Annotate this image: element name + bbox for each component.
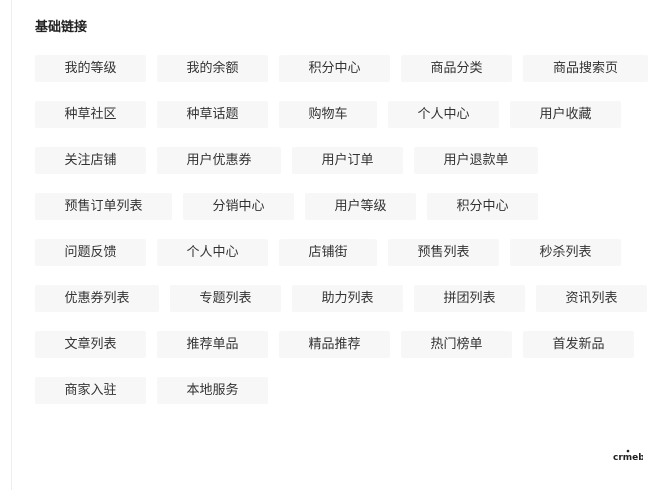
link-shop-street[interactable]: 店铺街 — [279, 239, 377, 266]
link-user-refund-orders[interactable]: 用户退款单 — [414, 147, 538, 174]
crmeb-logo-icon: crmeb — [613, 449, 643, 463]
link-product-search[interactable]: 商品搜索页 — [523, 55, 648, 82]
link-followed-shops[interactable]: 关注店铺 — [35, 147, 146, 174]
panel-left-divider — [11, 0, 12, 490]
section-title: 基础链接 — [35, 20, 88, 35]
link-local-service[interactable]: 本地服务 — [157, 377, 268, 404]
link-user-orders[interactable]: 用户订单 — [292, 147, 403, 174]
link-flash-sale-list[interactable]: 秒杀列表 — [510, 239, 621, 266]
link-user-level[interactable]: 用户等级 — [305, 193, 416, 220]
link-recommended-items[interactable]: 推荐单品 — [157, 331, 268, 358]
link-distribution-center[interactable]: 分销中心 — [183, 193, 294, 220]
link-topic-list[interactable]: 专题列表 — [170, 285, 281, 312]
link-user-coupons[interactable]: 用户优惠券 — [157, 147, 281, 174]
link-points-center-2[interactable]: 积分中心 — [427, 193, 538, 220]
basic-links-panel: 基础链接 我的等级 我的余额 积分中心 商品分类 商品搜索页 种草社区 种草话题… — [0, 0, 660, 490]
link-user-favorites[interactable]: 用户收藏 — [510, 101, 621, 128]
link-cart[interactable]: 购物车 — [279, 101, 377, 128]
link-my-balance[interactable]: 我的余额 — [157, 55, 268, 82]
link-featured-recommend[interactable]: 精品推荐 — [279, 331, 390, 358]
link-grass-community[interactable]: 种草社区 — [35, 101, 146, 128]
link-faq-feedback[interactable]: 问题反馈 — [35, 239, 146, 266]
link-coupon-list[interactable]: 优惠券列表 — [35, 285, 159, 312]
link-new-launch[interactable]: 首发新品 — [523, 331, 634, 358]
link-article-list[interactable]: 文章列表 — [35, 331, 146, 358]
link-hot-ranking[interactable]: 热门榜单 — [401, 331, 512, 358]
link-assist-list[interactable]: 助力列表 — [292, 285, 403, 312]
link-grass-topic[interactable]: 种草话题 — [157, 101, 268, 128]
link-points-center[interactable]: 积分中心 — [279, 55, 390, 82]
link-merchant-join[interactable]: 商家入驻 — [35, 377, 146, 404]
link-personal-center-2[interactable]: 个人中心 — [157, 239, 268, 266]
link-my-level[interactable]: 我的等级 — [35, 55, 146, 82]
link-presale-order-list[interactable]: 预售订单列表 — [35, 193, 172, 220]
link-news-list[interactable]: 资讯列表 — [536, 285, 647, 312]
svg-text:crmeb: crmeb — [613, 453, 643, 463]
link-presale-list[interactable]: 预售列表 — [388, 239, 499, 266]
link-personal-center[interactable]: 个人中心 — [388, 101, 499, 128]
link-group-buy-list[interactable]: 拼团列表 — [414, 285, 525, 312]
link-product-category[interactable]: 商品分类 — [401, 55, 512, 82]
